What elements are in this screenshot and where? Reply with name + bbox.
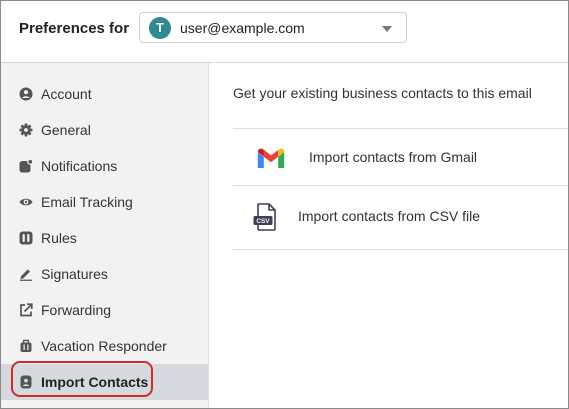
sidebar-item-general[interactable]: General: [1, 112, 208, 148]
sidebar-item-label: Notifications: [41, 158, 118, 174]
notification-bell-icon: [19, 159, 33, 173]
preferences-window: Preferences for T user@example.com Accou…: [0, 0, 569, 409]
sidebar-item-vacation-responder[interactable]: Vacation Responder: [1, 328, 208, 364]
sidebar-item-rules[interactable]: Rules: [1, 220, 208, 256]
sidebar-item-label: Import Contacts: [41, 374, 149, 390]
panel-intro: Get your existing business contacts to t…: [233, 85, 532, 101]
avatar: T: [149, 17, 171, 39]
sidebar-item-forwarding[interactable]: Forwarding: [1, 292, 208, 328]
divider: [233, 249, 568, 250]
preferences-header: Preferences for T user@example.com: [1, 1, 568, 63]
sidebar-item-label: Email Tracking: [41, 194, 133, 210]
csv-badge-text: CSV: [256, 218, 270, 225]
gear-icon: [19, 123, 33, 137]
sidebar-item-signatures[interactable]: Signatures: [1, 256, 208, 292]
sidebar-item-account[interactable]: Account: [1, 76, 208, 112]
import-csv-label: Import contacts from CSV file: [298, 208, 481, 224]
user-circle-icon: [19, 87, 33, 101]
suitcase-icon: [20, 339, 32, 352]
page-title: Preferences for: [19, 20, 130, 37]
eye-icon: [19, 198, 33, 206]
sidebar-item-notifications[interactable]: Notifications: [1, 148, 208, 184]
sidebar-item-label: Signatures: [41, 266, 108, 282]
forward-icon: [20, 303, 33, 317]
sidebar-item-import-contacts[interactable]: Import Contacts: [1, 364, 208, 400]
sidebar-item-label: Forwarding: [41, 302, 112, 318]
import-csv-option[interactable]: CSV Import contacts from CSV file: [233, 186, 568, 249]
sidebar: Account General Notifications Email Trac…: [1, 63, 209, 408]
csv-file-icon: CSV: [253, 203, 276, 231]
sidebar-item-label: Rules: [41, 230, 77, 246]
import-gmail-option[interactable]: Import contacts from Gmail: [233, 129, 568, 185]
account-selector[interactable]: T user@example.com: [139, 12, 407, 43]
sidebar-item-email-tracking[interactable]: Email Tracking: [1, 184, 208, 220]
pen-icon: [20, 269, 32, 281]
account-email: user@example.com: [180, 20, 305, 36]
import-gmail-label: Import contacts from Gmail: [309, 149, 478, 165]
rules-icon: [19, 231, 33, 245]
chevron-down-icon[interactable]: [382, 26, 392, 32]
contact-icon: [20, 375, 32, 389]
sidebar-item-label: Vacation Responder: [41, 338, 167, 354]
import-contacts-panel: Get your existing business contacts to t…: [209, 63, 568, 408]
sidebar-item-label: Account: [41, 86, 92, 102]
gmail-icon: [257, 148, 285, 168]
sidebar-item-label: General: [41, 122, 91, 138]
